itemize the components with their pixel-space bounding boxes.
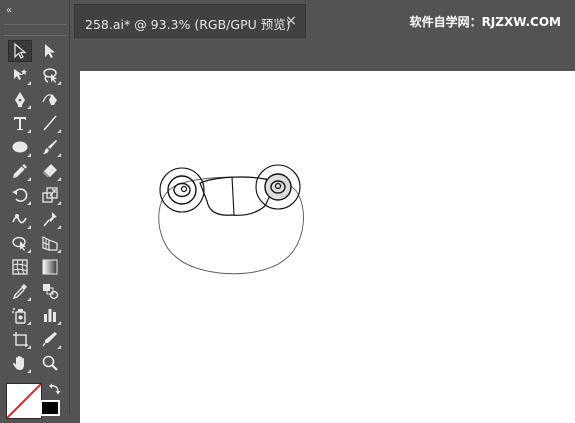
warp-tool[interactable]	[8, 208, 32, 230]
scale-tool[interactable]	[38, 184, 62, 206]
rotate-tool[interactable]	[8, 184, 32, 206]
puppet-warp-tool[interactable]	[38, 208, 62, 230]
watermark-text: 软件自学网：RJZXW.COM	[409, 15, 561, 29]
artboard[interactable]	[80, 71, 575, 423]
collapse-panel-button[interactable]: «	[6, 4, 26, 18]
pencil-tool[interactable]	[8, 160, 32, 182]
curvature-tool[interactable]	[38, 88, 62, 110]
selection-tool[interactable]	[8, 40, 32, 62]
left-eye	[159, 167, 205, 213]
hand-tool[interactable]	[8, 352, 32, 374]
gradient-tool[interactable]	[38, 256, 62, 278]
lasso-tool[interactable]	[38, 64, 62, 86]
eyedropper-tool[interactable]	[8, 280, 32, 302]
blend-tool[interactable]	[38, 280, 62, 302]
slice-tool[interactable]	[38, 328, 62, 350]
direct-selection-icon	[45, 44, 55, 58]
curvature-icon	[42, 94, 57, 105]
symbol-sprayer-tool[interactable]	[8, 304, 32, 326]
blend-icon	[43, 284, 59, 300]
mesh-icon	[12, 259, 28, 275]
eraser-tool[interactable]	[38, 160, 62, 182]
document-tab-title: 258.ai* @ 93.3% (RGB/GPU 预览)	[85, 17, 291, 32]
none-slash-icon	[7, 384, 41, 418]
mouth-band	[199, 176, 277, 216]
column-graph-tool[interactable]	[38, 304, 62, 326]
ellipse-tool[interactable]	[8, 136, 32, 158]
type-tool[interactable]	[8, 112, 32, 134]
shape-builder-tool[interactable]	[8, 232, 32, 254]
document-tab-bar: 258.ai* @ 93.3% (RGB/GPU 预览) × 软件自学网：RJZ…	[70, 0, 575, 43]
artboard-tool[interactable]	[8, 328, 32, 350]
right-eye	[255, 164, 301, 210]
paintbrush-tool[interactable]	[38, 136, 62, 158]
swap-fill-stroke-icon[interactable]	[48, 382, 62, 396]
document-tab[interactable]: 258.ai* @ 93.3% (RGB/GPU 预览) ×	[74, 4, 306, 38]
gradient-icon	[42, 259, 58, 275]
mesh-tool[interactable]	[8, 256, 32, 278]
selection-arrow-icon	[14, 42, 27, 59]
pen-tool[interactable]	[8, 88, 32, 110]
zoom-icon	[42, 355, 58, 371]
panel-grip[interactable]	[4, 24, 66, 36]
perspective-grid-tool[interactable]	[38, 232, 62, 254]
canvas-area[interactable]	[71, 43, 575, 423]
tools-panel: «	[0, 0, 70, 419]
artwork[interactable]	[80, 71, 575, 423]
direct-selection-tool[interactable]	[38, 40, 62, 62]
close-tab-icon[interactable]: ×	[285, 14, 297, 28]
zoom-tool[interactable]	[38, 352, 62, 374]
magic-wand-tool[interactable]	[8, 64, 32, 86]
line-segment-tool[interactable]	[38, 112, 62, 134]
mouth-divider	[231, 176, 235, 216]
